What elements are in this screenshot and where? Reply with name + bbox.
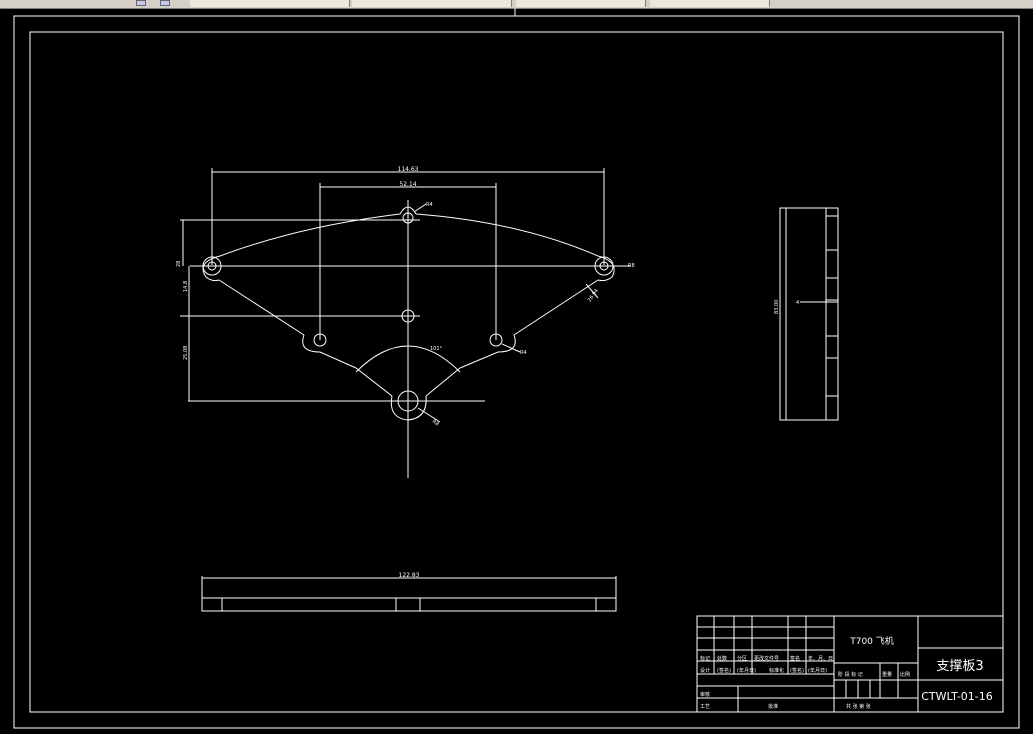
tb-label-stage-mark: 阶 段 标 记 xyxy=(838,671,863,678)
tb-label-sign2: (签名) xyxy=(790,667,804,674)
front-view xyxy=(180,168,630,478)
toolbar-tool-icon[interactable] xyxy=(136,0,146,6)
tb-label-change-doc: 更改文件号 xyxy=(754,655,779,662)
dim-text-bottom-width: 122.83 xyxy=(399,572,420,579)
lower-right-edge xyxy=(425,367,461,397)
toolbar-tool-icon[interactable] xyxy=(160,0,170,6)
toolbar-dropdown[interactable] xyxy=(190,0,350,7)
dim-text-arc-angle: 101° xyxy=(430,346,443,352)
tb-label-sheets: 共 张 第 张 xyxy=(846,703,871,710)
dim-text-arm-mid: R4 xyxy=(520,350,527,356)
dim-text-side-height: 83.00 xyxy=(774,300,780,314)
tb-label-qty: 处数 xyxy=(717,655,727,662)
tb-label-date1: (年月日) xyxy=(737,667,756,674)
title-drawing-no: CTWLT-01-16 xyxy=(921,690,993,703)
tb-label-weight: 重量 xyxy=(882,671,892,678)
bottom-view xyxy=(201,576,617,612)
right-arm xyxy=(513,279,599,336)
dim-text-left-14: 14.8 xyxy=(183,281,189,292)
tb-label-check: 审核 xyxy=(700,691,710,698)
tb-label-sign1: (签名) xyxy=(717,667,731,674)
title-project: T700 飞机 xyxy=(849,635,894,647)
mid-right-lug xyxy=(459,334,516,369)
bottom-boss xyxy=(390,395,427,421)
lower-left-edge xyxy=(355,367,393,397)
leader xyxy=(413,203,427,213)
title-part-name: 支撑板3 xyxy=(936,659,983,674)
tb-label-mark: 标记 xyxy=(700,655,710,662)
dim-text-hole-top: R4 xyxy=(426,202,433,208)
tb-label-sign: 签名 xyxy=(790,655,800,662)
dim-text-top-inner: 52.14 xyxy=(399,181,416,188)
tb-label-date2: (年月日) xyxy=(808,667,827,674)
dim-text-top-outer: 114.63 xyxy=(398,166,419,173)
outline-arc-right xyxy=(415,213,599,257)
leader xyxy=(501,343,521,353)
dim-text-hole-right: R8 xyxy=(628,263,635,269)
toolbar-dropdown[interactable] xyxy=(650,0,770,7)
cad-drawing-canvas[interactable]: 114.63 52.14 R4 R8 26.94 R4 R8 28 14.8 2… xyxy=(0,8,1033,734)
left-arm xyxy=(218,279,305,336)
tb-label-scale: 比例 xyxy=(900,671,910,678)
side-view xyxy=(779,207,839,421)
inner-frame xyxy=(29,31,1004,713)
dim-text-left-25: 25.08 xyxy=(183,346,189,360)
tb-label-craft: 工艺 xyxy=(700,704,710,710)
tb-label-zone: 分区 xyxy=(737,655,747,662)
mid-left-lug xyxy=(302,334,357,369)
tb-label-date: 年、月、日 xyxy=(808,655,833,662)
dim-text-arm-right: 26.94 xyxy=(587,288,600,303)
dim-text-side-thickness: 4 xyxy=(796,300,799,306)
tb-label-approve: 批准 xyxy=(768,703,778,710)
outer-frame xyxy=(13,15,1020,729)
tb-label-design: 设计 xyxy=(700,667,710,674)
toolbar-dropdown[interactable] xyxy=(352,0,512,7)
dim-text-bottom-hole: R8 xyxy=(431,419,440,428)
tb-label-std: 标准化 xyxy=(769,667,784,674)
toolbar-dropdown[interactable] xyxy=(516,0,646,7)
dim-text-left-28: 28 xyxy=(176,261,182,267)
